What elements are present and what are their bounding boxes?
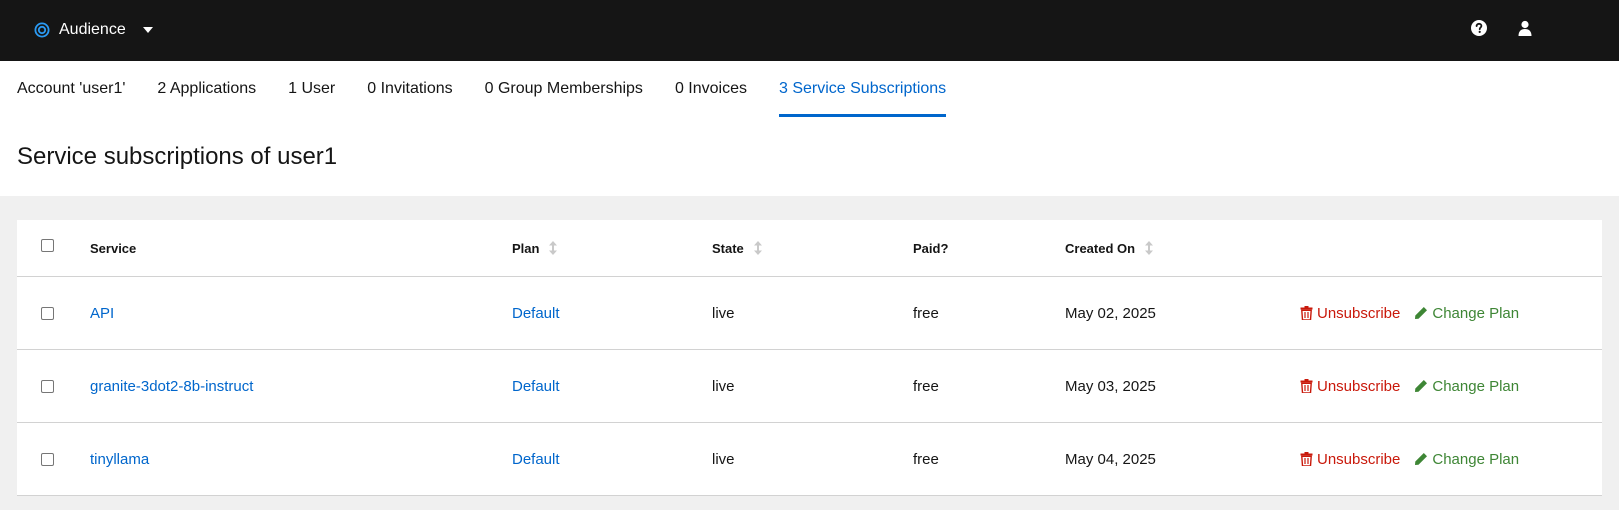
tab-group-memberships[interactable]: 0 Group Memberships [485, 61, 643, 117]
plan-cell: Default [512, 277, 560, 349]
created-on-cell: May 03, 2025 [1065, 377, 1156, 395]
pencil-icon [1415, 307, 1428, 319]
unsubscribe-button[interactable]: Unsubscribe [1300, 451, 1400, 468]
user-menu-button[interactable] [1510, 15, 1540, 45]
change-plan-button[interactable]: Change Plan [1414, 451, 1519, 468]
column-header-state[interactable]: State [712, 220, 762, 276]
row-checkbox[interactable] [41, 306, 54, 320]
tab-label: 3 Service Subscriptions [778, 80, 947, 97]
trash-icon [1300, 379, 1313, 393]
target-circle-icon [34, 22, 50, 38]
change-plan-button[interactable]: Change Plan [1414, 305, 1519, 322]
row-select-cell [41, 277, 54, 349]
unsubscribe-button[interactable]: Unsubscribe [1300, 378, 1400, 395]
tab-applications[interactable]: 2 Applications [157, 61, 256, 117]
help-button[interactable] [1464, 15, 1494, 45]
tab-label: 2 Applications [157, 80, 257, 97]
row-checkbox[interactable] [41, 452, 54, 466]
table-row: tinyllama Default live free May 04, 2025… [17, 423, 1602, 496]
tab-label: 0 Invitations [367, 80, 453, 97]
tab-label: 0 Invoices [674, 80, 747, 97]
change-plan-label: Change Plan [1432, 377, 1520, 395]
table-row: API Default live free May 02, 2025 Unsub… [17, 277, 1602, 350]
column-label: Created On [1065, 240, 1136, 256]
plan-link[interactable]: Default [512, 451, 560, 468]
page-header: Account 'user1' 2 Applications 1 User 0 … [0, 61, 1619, 196]
tab-label: 1 User [288, 80, 336, 97]
plan-cell: Default [512, 423, 560, 495]
column-label: Service [90, 240, 137, 256]
row-checkbox[interactable] [41, 379, 54, 393]
table-header-row: Service Plan State Paid? Created On [17, 220, 1602, 277]
tab-invoices[interactable]: 0 Invoices [675, 61, 747, 117]
service-link[interactable]: tinyllama [90, 451, 149, 468]
paid-cell: free [913, 304, 939, 322]
unsubscribe-label: Unsubscribe [1317, 377, 1401, 395]
context-selector[interactable]: Audience [34, 15, 153, 45]
column-header-paid: Paid? [913, 220, 948, 276]
column-header-plan[interactable]: Plan [512, 220, 558, 276]
service-cell: tinyllama [90, 423, 149, 495]
plan-cell: Default [512, 350, 560, 422]
tab-label: 0 Group Memberships [484, 80, 643, 97]
column-label: Paid? [913, 240, 949, 256]
state-cell: live [712, 304, 735, 322]
select-all-checkbox[interactable] [41, 239, 54, 252]
service-link[interactable]: API [90, 305, 114, 322]
actions-cell: Unsubscribe Change Plan [1300, 350, 1519, 422]
column-label: Plan [512, 240, 540, 256]
table-row: granite-3dot2-8b-instruct Default live f… [17, 350, 1602, 423]
column-label: State [712, 240, 744, 256]
pencil-icon [1415, 380, 1428, 392]
sort-icon[interactable] [549, 241, 558, 255]
masthead: Audience [0, 0, 1619, 61]
actions-cell: Unsubscribe Change Plan [1300, 423, 1519, 495]
help-circle-icon [1471, 19, 1487, 41]
row-select-cell [41, 423, 54, 495]
created-on-cell: May 04, 2025 [1065, 450, 1156, 468]
service-cell: granite-3dot2-8b-instruct [90, 350, 253, 422]
state-cell: live [712, 450, 735, 468]
column-header-service: Service [90, 220, 136, 276]
trash-icon [1300, 452, 1313, 466]
tab-users[interactable]: 1 User [288, 61, 335, 117]
tab-account[interactable]: Account 'user1' [17, 61, 125, 117]
plan-link[interactable]: Default [512, 378, 560, 395]
column-header-created-on[interactable]: Created On [1065, 220, 1154, 276]
service-cell: API [90, 277, 114, 349]
state-cell: live [712, 377, 735, 395]
sort-icon[interactable] [1145, 241, 1154, 255]
actions-cell: Unsubscribe Change Plan [1300, 277, 1519, 349]
paid-cell: free [913, 450, 939, 468]
tab-label: Account 'user1' [17, 80, 126, 97]
plan-link[interactable]: Default [512, 305, 560, 322]
select-all-cell [41, 220, 54, 276]
unsubscribe-label: Unsubscribe [1317, 304, 1401, 322]
context-selector-label: Audience [59, 21, 126, 38]
user-icon [1517, 20, 1533, 41]
change-plan-button[interactable]: Change Plan [1414, 378, 1519, 395]
created-on-cell: May 02, 2025 [1065, 304, 1156, 322]
pencil-icon [1415, 453, 1428, 465]
change-plan-label: Change Plan [1432, 450, 1520, 468]
service-link[interactable]: granite-3dot2-8b-instruct [90, 378, 253, 395]
page-title: Service subscriptions of user1 [17, 143, 338, 170]
row-select-cell [41, 350, 54, 422]
subscriptions-table: Service Plan State Paid? Created On API [17, 220, 1602, 496]
paid-cell: free [913, 377, 939, 395]
unsubscribe-label: Unsubscribe [1317, 450, 1401, 468]
account-tabs: Account 'user1' 2 Applications 1 User 0 … [17, 61, 978, 117]
tab-invitations[interactable]: 0 Invitations [367, 61, 452, 117]
change-plan-label: Change Plan [1432, 304, 1520, 322]
tab-service-subscriptions[interactable]: 3 Service Subscriptions [778, 61, 947, 117]
unsubscribe-button[interactable]: Unsubscribe [1300, 305, 1400, 322]
sort-icon[interactable] [753, 241, 762, 255]
caret-down-icon [142, 27, 153, 33]
trash-icon [1300, 306, 1313, 320]
